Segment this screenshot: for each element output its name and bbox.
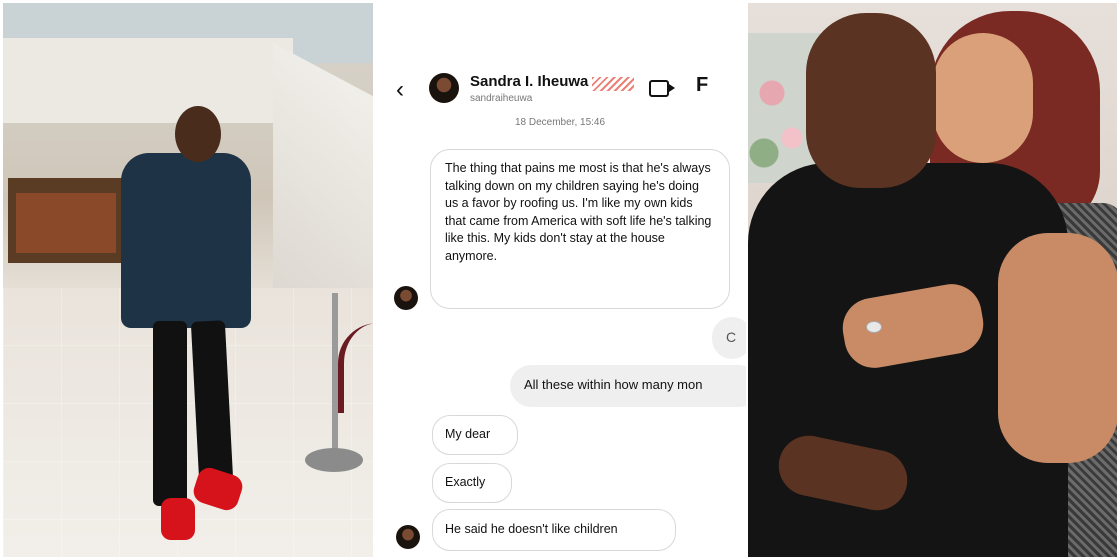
photo-couple bbox=[748, 3, 1117, 557]
woman-face bbox=[933, 33, 1033, 163]
woman-arm bbox=[998, 233, 1117, 463]
chevron-left-icon[interactable]: ‹ bbox=[396, 78, 404, 102]
photo-man-lobby bbox=[3, 3, 373, 557]
man-head bbox=[175, 106, 221, 162]
received-message: Exactly bbox=[432, 463, 512, 503]
man-jacket bbox=[121, 153, 251, 328]
received-message: My dear bbox=[432, 415, 518, 455]
contact-handle: sandraiheuwa bbox=[470, 93, 533, 104]
man-head bbox=[806, 13, 936, 188]
contact-avatar-small bbox=[394, 286, 418, 310]
lobby-background bbox=[8, 178, 128, 263]
info-icon[interactable]: F bbox=[696, 74, 708, 97]
sent-message: All these within how many mon bbox=[510, 365, 746, 407]
man-leg-left bbox=[153, 321, 187, 506]
red-scribble-redaction bbox=[592, 77, 634, 91]
date-stamp: 18 December, 15:46 bbox=[514, 117, 606, 128]
contact-avatar[interactable] bbox=[429, 73, 459, 103]
ring bbox=[866, 321, 882, 333]
received-message: He said he doesn't like children bbox=[432, 509, 676, 551]
sent-message-text: C bbox=[726, 329, 737, 345]
stanchion-post bbox=[332, 293, 338, 453]
contact-name[interactable]: Sandra I. Iheuwa bbox=[470, 73, 588, 90]
chat-screenshot: ‹ Sandra I. Iheuwa sandraiheuwa F 18 Dec… bbox=[374, 3, 746, 557]
stanchion-base bbox=[305, 448, 363, 472]
video-camera-icon[interactable] bbox=[649, 80, 675, 97]
received-message: The thing that pains me most is that he'… bbox=[430, 149, 730, 309]
red-shoe-left bbox=[161, 498, 195, 540]
contact-avatar-small bbox=[396, 525, 420, 549]
sent-message: C bbox=[712, 317, 746, 359]
mezzanine bbox=[3, 38, 293, 123]
